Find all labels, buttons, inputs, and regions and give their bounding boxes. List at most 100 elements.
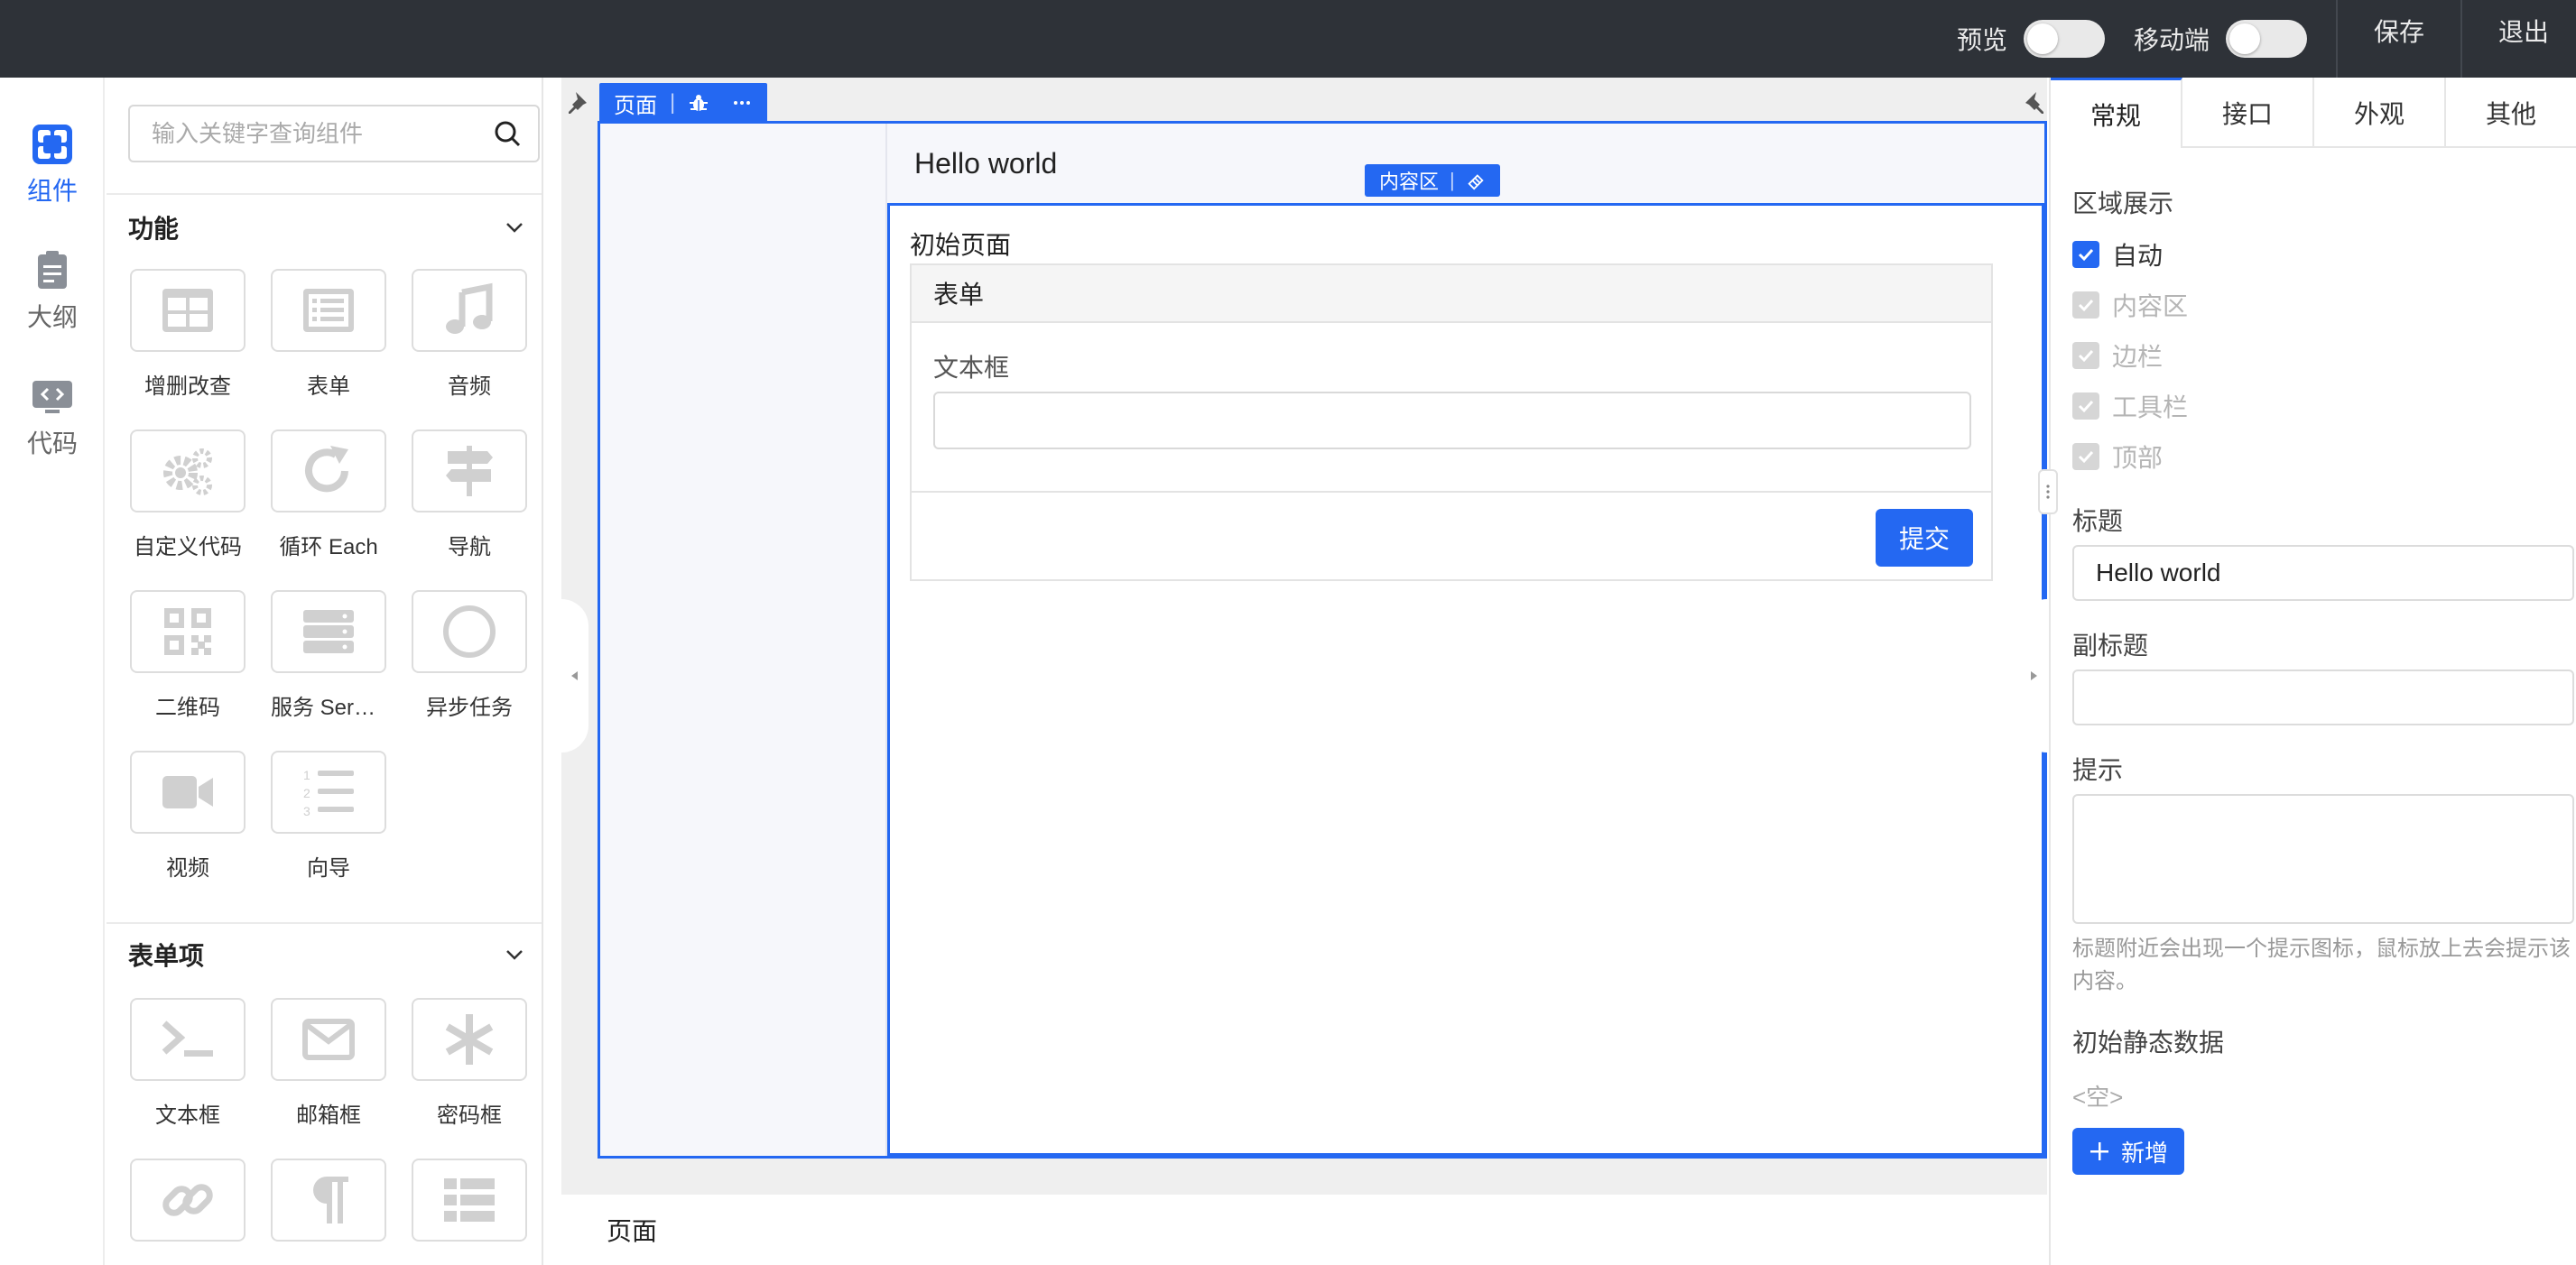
region-option-aside: 边栏 (2072, 337, 2163, 374)
search-icon[interactable] (493, 119, 522, 148)
component-form[interactable]: 表单 (265, 269, 392, 400)
checkbox-label: 边栏 (2112, 343, 2164, 371)
asterisk-icon (445, 1014, 494, 1065)
breadcrumb-item[interactable]: 页面 (607, 1212, 657, 1248)
title-input[interactable]: Hello world (2072, 545, 2574, 601)
region-option-auto[interactable]: 自动 (2072, 236, 2163, 272)
form-card[interactable]: 表单 文本框 提交 (910, 263, 1993, 581)
region-display-label: 区域展示 (2072, 189, 2174, 217)
component-service[interactable]: 服务 Service (265, 590, 392, 721)
left-panel-collapse[interactable] (561, 599, 588, 753)
list-icon (444, 1178, 495, 1222)
rail-item-components[interactable]: 组件 (0, 123, 105, 208)
tab-general[interactable]: 常规 (2051, 78, 2182, 148)
panel-divider (107, 193, 542, 195)
component-crud[interactable]: 增删改查 (125, 269, 251, 400)
component-wizard[interactable]: 1 2 3 向导 (265, 751, 392, 882)
pin-icon[interactable] (565, 88, 594, 117)
page-content-area[interactable]: 初始页面 表单 文本框 提交 (887, 203, 2044, 1156)
rail-item-outline[interactable]: 大纲 (0, 249, 105, 334)
component-tile (412, 590, 527, 673)
component-tile (130, 590, 246, 673)
component-tile (130, 429, 246, 512)
remark-hint: 标题附近会出现一个提示图标，鼠标放上去会提示该内容。 (2072, 937, 2571, 993)
paragraph-icon (313, 1177, 348, 1223)
component-list[interactable] (406, 1159, 533, 1258)
text-field-input[interactable] (933, 392, 1971, 449)
mobile-toggle-group: 移动端 (2134, 20, 2307, 58)
component-audio[interactable]: 音频 (406, 269, 533, 400)
preview-switch[interactable] (2023, 20, 2105, 58)
component-link[interactable] (125, 1159, 251, 1258)
content-area-tag[interactable]: 内容区 | (1365, 164, 1500, 197)
component-qrcode[interactable]: 二维码 (125, 590, 251, 721)
save-button[interactable]: 保存 (2338, 0, 2460, 78)
pin-icon[interactable] (2018, 88, 2047, 117)
component-icon (32, 125, 72, 164)
redo-icon (305, 446, 348, 493)
property-panel: 常规 接口 外观 其他 区域展示 自动 内容区 边栏 工具栏 顶部 标题 Hel… (2049, 78, 2576, 1265)
component-tile (271, 998, 386, 1081)
tag-separator: | (670, 90, 676, 115)
crud-icon (162, 289, 213, 332)
rail-item-code[interactable]: 代码 (0, 375, 105, 460)
outline-icon (38, 251, 67, 289)
checkbox (2072, 443, 2099, 470)
group-header-functions[interactable]: 功能 (128, 209, 540, 245)
component-tile (271, 1159, 386, 1242)
add-init-data-button[interactable]: 新增 (2072, 1128, 2185, 1175)
group-header-form-items[interactable]: 表单项 (128, 937, 540, 973)
checkbox[interactable] (2072, 241, 2099, 268)
chevron-down-icon (506, 223, 523, 233)
component-email-input[interactable]: 邮箱框 (265, 998, 392, 1129)
component-label: 音频 (448, 374, 491, 399)
component-search-input[interactable] (152, 106, 495, 161)
component-custom-code[interactable]: 自定义代码 (125, 429, 251, 560)
title-input-value: Hello world (2096, 559, 2221, 586)
page-aside[interactable] (600, 124, 887, 1156)
check-icon (2078, 248, 2094, 262)
component-label: 自定义代码 (134, 535, 242, 559)
bug-icon[interactable] (688, 92, 709, 114)
check-icon (2078, 400, 2094, 413)
terminal-icon (162, 1020, 213, 1057)
panel-divider (107, 922, 542, 924)
tab-other[interactable]: 其他 (2446, 78, 2576, 148)
rail-label: 代码 (26, 429, 78, 457)
checkbox-label: 工具栏 (2112, 393, 2189, 421)
more-icon[interactable] (731, 92, 753, 114)
title-label: 标题 (2072, 507, 2124, 535)
component-tile (130, 998, 246, 1081)
subtitle-input[interactable] (2072, 669, 2574, 725)
svg-text:2: 2 (303, 786, 310, 800)
page-selection-tag[interactable]: 页面 | (599, 83, 768, 123)
component-tile (130, 751, 246, 834)
component-nav[interactable]: 导航 (406, 429, 533, 560)
svg-text:3: 3 (303, 804, 310, 818)
rail-label: 组件 (26, 177, 78, 205)
region-option-toolbar: 工具栏 (2072, 388, 2188, 424)
tab-api[interactable]: 接口 (2182, 78, 2314, 148)
remark-label: 提示 (2072, 756, 2124, 784)
submit-button[interactable]: 提交 (1876, 509, 1973, 567)
checkbox-label: 内容区 (2112, 292, 2189, 320)
remark-textarea[interactable] (2072, 794, 2574, 924)
editor-canvas: 页面 | Hello world 初始页面 表单 文本框 提交 内容区 | 页面 (561, 78, 2047, 1265)
exit-button[interactable]: 退出 (2462, 0, 2576, 78)
component-paragraph[interactable] (265, 1159, 392, 1258)
right-panel-collapse[interactable] (2020, 599, 2047, 753)
init-page-title: 初始页面 (910, 231, 1012, 259)
drag-region-icon[interactable] (1466, 171, 1486, 190)
panel-resize-handle[interactable] (2038, 469, 2058, 514)
component-async-task[interactable]: 异步任务 (406, 590, 533, 721)
checkbox (2072, 342, 2099, 369)
component-each[interactable]: 循环 Each (265, 429, 392, 560)
mobile-switch[interactable] (2225, 20, 2307, 58)
component-password-input[interactable]: 密码框 (406, 998, 533, 1129)
checkbox (2072, 392, 2099, 420)
page-frame[interactable]: Hello world 初始页面 表单 文本框 提交 (598, 121, 2047, 1159)
component-text-input[interactable]: 文本框 (125, 998, 251, 1129)
tab-appearance[interactable]: 外观 (2314, 78, 2446, 148)
component-label: 密码框 (437, 1103, 502, 1128)
component-video[interactable]: 视频 (125, 751, 251, 882)
